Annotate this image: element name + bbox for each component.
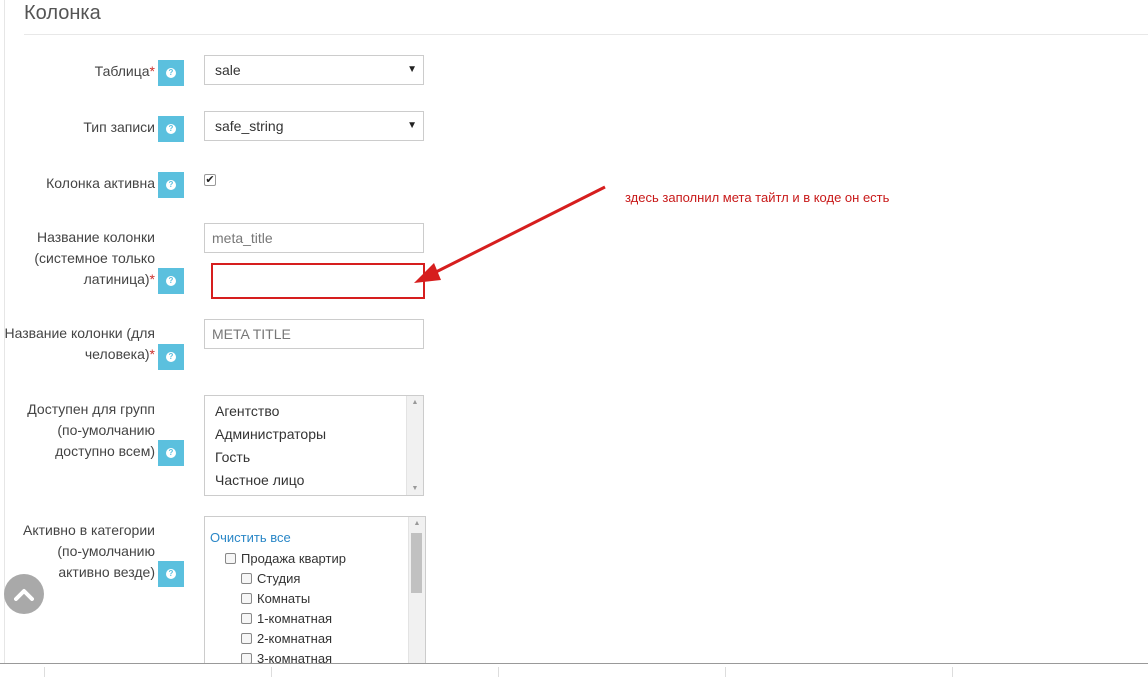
category-label: Студия <box>257 571 301 586</box>
record-type-help-button[interactable]: ? <box>158 116 184 142</box>
clear-all-link[interactable]: Очистить все <box>210 530 291 545</box>
category-label: Комнаты <box>257 591 311 606</box>
table-label: Таблица* <box>95 61 155 82</box>
human-name-input[interactable]: META TITLE <box>204 319 424 349</box>
column-name-input[interactable]: meta_title <box>204 223 424 253</box>
category-item[interactable]: Продажа квартир <box>225 551 346 566</box>
table-help-button[interactable]: ? <box>158 60 184 86</box>
human-name-input-value: META TITLE <box>212 326 291 342</box>
categories-label: Активно в категории (по-умолчанию активн… <box>23 520 155 583</box>
category-item[interactable]: Комнаты <box>241 591 310 606</box>
groups-help-button[interactable]: ? <box>158 440 184 466</box>
groups-label-line3: доступно всем) <box>55 443 155 459</box>
record-type-label: Тип записи <box>83 117 155 138</box>
categories-label-line3: активно везде) <box>58 564 155 580</box>
scroll-down-icon[interactable]: ▼ <box>407 485 423 492</box>
scroll-to-top-button[interactable] <box>4 574 44 614</box>
column-name-label-line3: латиница) <box>83 271 150 287</box>
active-help-button[interactable]: ? <box>158 172 184 198</box>
caret-down-icon: ▼ <box>407 120 417 131</box>
table-select[interactable]: sale ▼ <box>204 55 424 85</box>
categories-tree[interactable]: Очистить все Продажа квартир Студия Комн… <box>204 516 426 666</box>
question-circle-icon: ? <box>166 352 176 362</box>
column-name-label-line1: Название колонки <box>36 229 155 245</box>
human-name-label-line1: Название колонки (для <box>4 325 155 341</box>
caret-down-icon: ▼ <box>407 64 417 75</box>
groups-scrollbar[interactable]: ▲ ▼ <box>406 396 423 495</box>
groups-label: Доступен для групп (по-умолчанию доступн… <box>27 399 155 462</box>
bottom-bar <box>0 663 1148 677</box>
human-name-help-button[interactable]: ? <box>158 344 184 370</box>
groups-multiselect[interactable]: Агентство Администраторы Гость Частное л… <box>204 395 424 496</box>
categories-help-button[interactable]: ? <box>158 561 184 587</box>
question-circle-icon: ? <box>166 276 176 286</box>
group-option[interactable]: Агентство <box>205 400 423 423</box>
group-option[interactable]: Частное лицо <box>205 469 423 492</box>
group-option[interactable]: Администраторы <box>205 423 423 446</box>
groups-label-line2: (по-умолчанию <box>57 422 155 438</box>
column-name-input-value: meta_title <box>212 230 273 246</box>
record-type-select[interactable]: safe_string ▼ <box>204 111 424 141</box>
category-item[interactable]: Студия <box>241 571 300 586</box>
category-label: 1-комнатная <box>257 611 333 626</box>
scroll-up-icon[interactable]: ▲ <box>407 399 423 406</box>
record-type-label-text: Тип записи <box>83 119 155 135</box>
category-label: 2-комнатная <box>257 631 333 646</box>
category-item[interactable]: 1-комнатная <box>241 611 332 626</box>
required-mark: * <box>149 63 155 79</box>
categories-label-line2: (по-умолчанию <box>57 543 155 559</box>
column-name-label-line2: (системное только <box>34 250 155 266</box>
annotation-highlight-box <box>211 263 425 299</box>
group-option[interactable]: Гость <box>205 446 423 469</box>
table-label-text: Таблица <box>94 63 150 79</box>
question-circle-icon: ? <box>166 180 176 190</box>
table-select-value: sale <box>215 62 241 78</box>
chevron-up-icon <box>14 589 34 601</box>
categories-label-line1: Активно в категории <box>23 522 155 538</box>
category-item[interactable]: 2-комнатная <box>241 631 332 646</box>
categories-scrollbar[interactable]: ▲ <box>408 517 425 665</box>
question-circle-icon: ? <box>166 68 176 78</box>
active-label-text: Колонка активна <box>46 175 155 191</box>
scrollbar-thumb[interactable] <box>411 533 422 593</box>
column-name-help-button[interactable]: ? <box>158 268 184 294</box>
required-mark: * <box>149 271 155 287</box>
active-checkbox[interactable]: ✔ <box>204 174 216 186</box>
column-name-label: Название колонки (системное только латин… <box>34 227 155 290</box>
question-circle-icon: ? <box>166 569 176 579</box>
record-type-select-value: safe_string <box>215 118 284 134</box>
question-circle-icon: ? <box>166 448 176 458</box>
category-checkbox[interactable] <box>241 593 252 604</box>
page-title: Колонка <box>24 2 101 24</box>
category-checkbox[interactable] <box>241 633 252 644</box>
groups-label-line1: Доступен для групп <box>27 401 155 417</box>
annotation-text: здесь заполнил мета тайтл и в коде он ес… <box>625 190 890 205</box>
scroll-up-icon[interactable]: ▲ <box>409 520 425 527</box>
title-divider <box>24 34 1148 35</box>
category-checkbox[interactable] <box>241 613 252 624</box>
question-circle-icon: ? <box>166 124 176 134</box>
human-name-label-line2: человека) <box>84 346 150 362</box>
category-checkbox[interactable] <box>225 553 236 564</box>
category-checkbox[interactable] <box>241 573 252 584</box>
human-name-label: Название колонки (для человека)* <box>5 323 155 365</box>
active-label: Колонка активна <box>46 173 155 194</box>
category-label: Продажа квартир <box>241 551 346 566</box>
required-mark: * <box>149 346 155 362</box>
